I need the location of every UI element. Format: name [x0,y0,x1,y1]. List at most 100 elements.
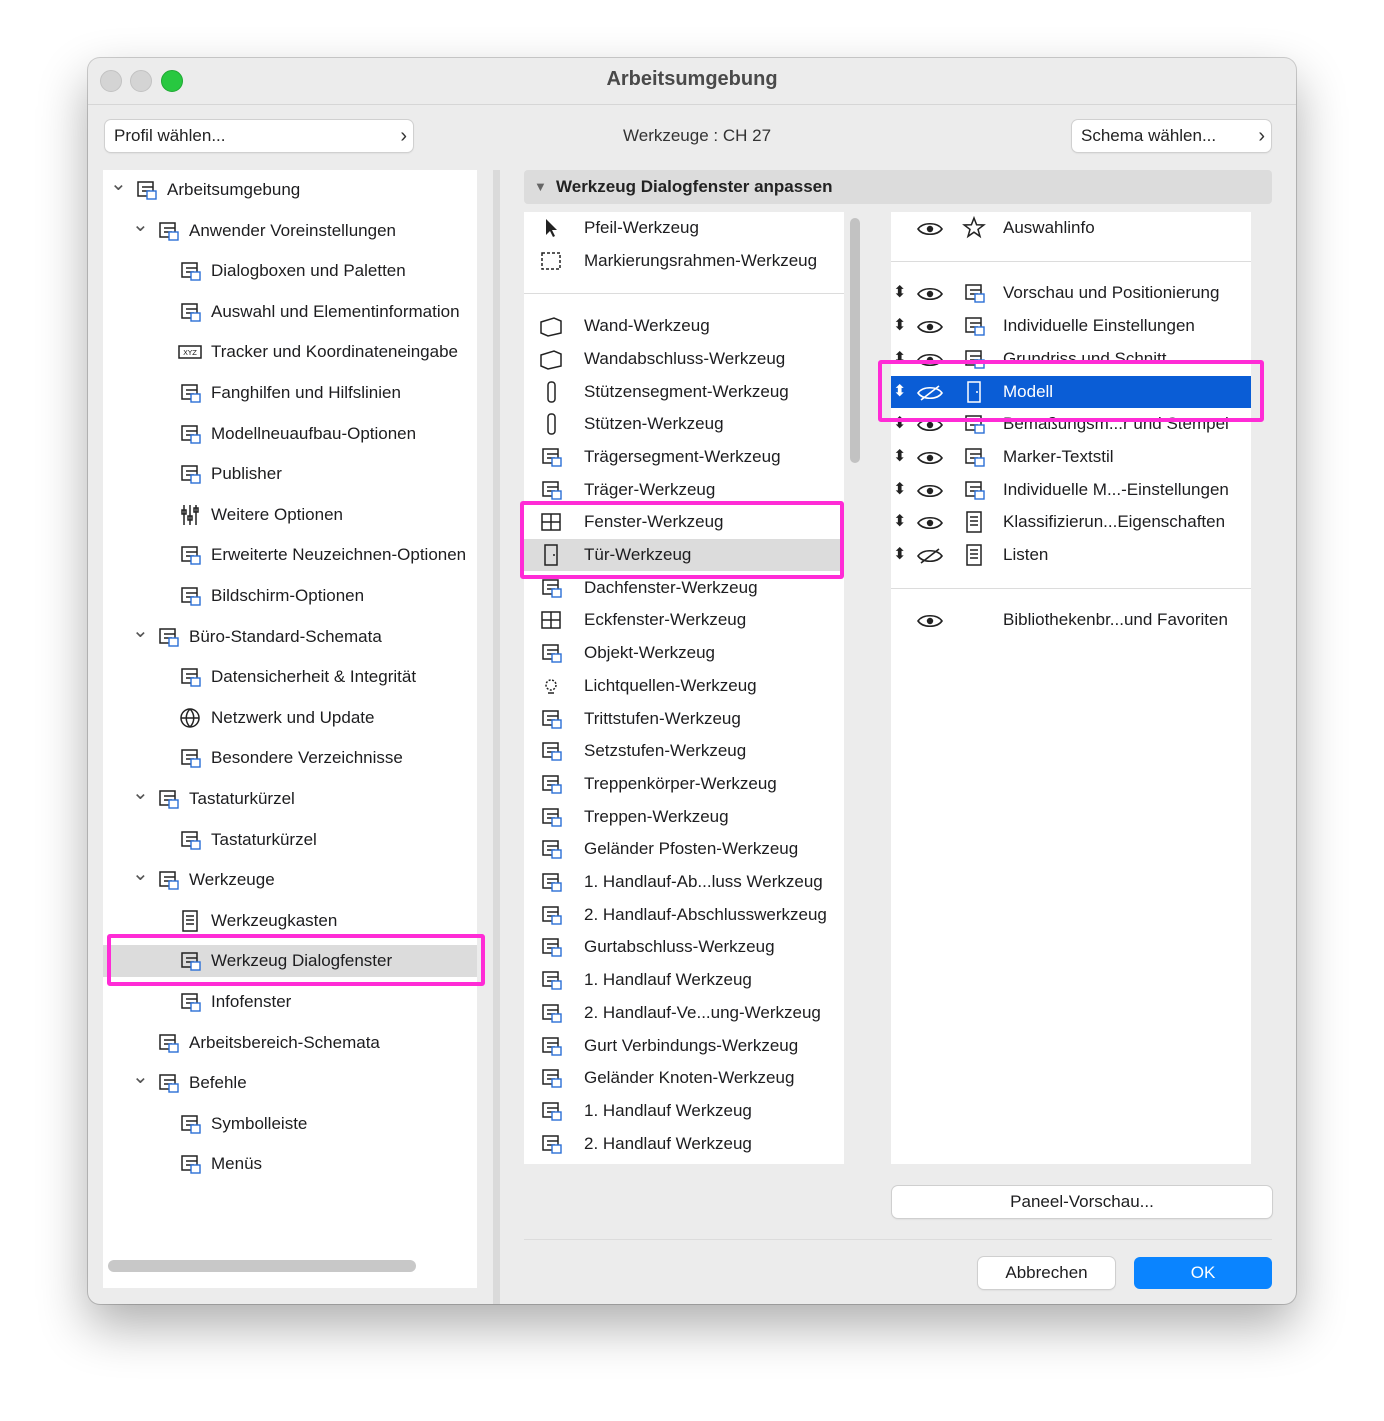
redraw-icon [177,542,203,568]
scheme-select-button[interactable]: Schema wählen... › [1072,120,1271,152]
tree-item[interactable]: Arbeitsbereich-Schemata [103,1027,477,1059]
tree-item[interactable]: Erweiterte Neuzeichnen-Optionen [103,539,477,571]
tool-item[interactable]: 1. Handlauf Werkzeug [524,1095,844,1127]
tree-item[interactable]: Auswahl und Elementinformation [103,296,477,328]
reorder-handle-icon[interactable]: ⬍ [893,441,906,473]
panel-item[interactable]: ⬍ Vorschau und Positionierung [891,277,1251,309]
tree-item[interactable]: ⌄ Arbeitsumgebung [103,173,477,206]
tree-item[interactable]: Dialogboxen und Paletten [103,255,477,287]
panel-item[interactable]: ⬍ Individuelle M...-Einstellungen [891,474,1251,506]
tool-item[interactable]: 2. Handlauf Werkzeug [524,1128,844,1160]
folders-icon [177,745,203,771]
tree-item[interactable]: Publisher [103,458,477,490]
tree-item[interactable]: Bildschirm-Optionen [103,580,477,612]
reorder-handle-icon[interactable]: ⬍ [893,310,906,342]
eye-icon[interactable] [916,218,944,238]
tree-item[interactable]: Besondere Verzeichnisse [103,742,477,774]
eye-hidden-icon[interactable] [916,545,944,565]
tool-item[interactable]: Objekt-Werkzeug [524,637,844,669]
eye-icon[interactable] [916,447,944,467]
split-divider[interactable] [493,170,500,1304]
tree-item[interactable]: Infofenster [103,986,477,1018]
tool-item[interactable]: 2. Handlauf-Ve...ung-Werkzeug [524,997,844,1029]
tool-item[interactable]: 1. Handlauf Werkzeug [524,964,844,996]
tool-item[interactable]: Stützensegment-Werkzeug [524,376,844,408]
tool-item[interactable]: Wand-Werkzeug [524,310,844,342]
panel-item[interactable]: ⬍ Marker-Textstil [891,441,1251,473]
tool-item[interactable]: Geländer Knoten-Werkzeug [524,1062,844,1094]
panel-preview-button[interactable]: Paneel-Vorschau... [892,1186,1272,1218]
tool-item[interactable]: Geländer Pfosten-Werkzeug [524,833,844,865]
tree-item[interactable]: Menüs [103,1148,477,1180]
tool-item[interactable]: Lichtquellen-Werkzeug [524,670,844,702]
tool-item[interactable]: Markierungsrahmen-Werkzeug [524,245,844,277]
tool-item[interactable]: Treppenkörper-Werkzeug [524,768,844,800]
panel-item[interactable]: ⬍ Listen [891,539,1251,571]
tree-item[interactable]: ⌄ Befehle [103,1066,477,1099]
tool-item[interactable]: Gurtabschluss-Werkzeug [524,931,844,963]
section-header[interactable]: ▼ Werkzeug Dialogfenster anpassen [524,170,1272,204]
panel-item[interactable]: ⬍ Klassifizierun...Eigenschaften [891,506,1251,538]
chevron-down-icon[interactable]: ⌄ [132,777,149,809]
eye-icon[interactable] [916,512,944,532]
stair-structure-icon [538,771,564,797]
tool-item[interactable]: 1. Handlauf-Ab...luss Werkzeug [524,866,844,898]
star-icon [961,215,987,241]
tree-item[interactable]: ⌄ Anwender Voreinstellungen [103,214,477,247]
tool-item[interactable]: Treppen-Werkzeug [524,801,844,833]
cancel-button[interactable]: Abbrechen [978,1257,1115,1289]
tree-item[interactable]: ⌄ Werkzeuge [103,863,477,896]
tree-item[interactable]: XYZ Tracker und Koordinateneingabe [103,336,477,368]
reorder-handle-icon[interactable]: ⬍ [893,506,906,538]
panel-item[interactable]: Bibliothekenbr...und Favoriten [891,604,1251,636]
tree-item-label: Bildschirm-Optionen [211,586,365,605]
tool-item[interactable]: Eckfenster-Werkzeug [524,604,844,636]
reorder-handle-icon[interactable]: ⬍ [893,474,906,506]
tool-item[interactable]: Trittstufen-Werkzeug [524,703,844,735]
tree-item[interactable]: Tastaturkürzel [103,824,477,856]
chevron-down-icon[interactable]: ⌄ [132,858,149,890]
chevron-down-icon[interactable]: ⌄ [132,1061,149,1093]
tree-item[interactable]: Fanghilfen und Hilfslinien [103,377,477,409]
tree-item[interactable]: ⌄ Tastaturkürzel [103,782,477,815]
tree-item-label: Modellneuaufbau-Optionen [211,423,417,443]
tool-item-label: Geländer Knoten-Werkzeug [584,1068,795,1088]
disclosure-triangle-icon[interactable]: ▼ [534,170,547,204]
tool-item[interactable]: Pfeil-Werkzeug [524,212,844,244]
profile-select-button[interactable]: Profil wählen... › [105,120,413,152]
eye-icon[interactable] [916,283,944,303]
tree-item[interactable]: ⌄ Büro-Standard-Schemata [103,620,477,653]
tool-item[interactable]: Setzstufen-Werkzeug [524,735,844,767]
reorder-handle-icon[interactable]: ⬍ [893,277,906,309]
tree-item-label: Netzwerk und Update [211,707,375,727]
reorder-handle-icon[interactable]: ⬍ [893,539,906,571]
railing-post-icon [538,836,564,862]
tool-list-scrollbar[interactable] [850,218,860,463]
chevron-down-icon[interactable]: ⌄ [132,615,149,647]
chevron-down-icon[interactable]: ⌄ [132,209,149,241]
tree-item[interactable]: Modellneuaufbau-Optionen [103,418,477,450]
ok-button[interactable]: OK [1134,1257,1272,1289]
eye-icon[interactable] [916,610,944,630]
eye-icon[interactable] [916,316,944,336]
tree-item-label: Erweiterte Neuzeichnen-Optionen [211,545,467,565]
panel-item[interactable]: Auswahlinfo [891,212,1251,244]
tree-item-label: Besondere Verzeichnisse [211,748,403,768]
tool-item[interactable]: Gurt Verbindungs-Werkzeug [524,1030,844,1062]
horizontal-scrollbar[interactable] [108,1260,416,1272]
tree-item[interactable]: Datensicherheit & Integrität [103,661,477,693]
tree-item[interactable]: Weitere Optionen [103,499,477,531]
panel-item[interactable]: ⬍ Individuelle Einstellungen [891,310,1251,342]
tree-item[interactable]: Netzwerk und Update [103,702,477,734]
annotation-highlight-tree [107,934,485,986]
tool-item[interactable]: Trägersegment-Werkzeug [524,441,844,473]
window-title: Arbeitsumgebung [606,68,778,90]
tree-item[interactable]: Werkzeugkasten [103,905,477,937]
tool-item[interactable]: Stützen-Werkzeug [524,408,844,440]
chevron-right-icon: › [400,125,407,147]
tool-item[interactable]: 2. Handlauf-Abschlusswerkzeug [524,899,844,931]
eye-icon[interactable] [916,480,944,500]
tool-item[interactable]: Wandabschluss-Werkzeug [524,343,844,375]
chevron-down-icon[interactable]: ⌄ [110,170,127,200]
tree-item[interactable]: Symbolleiste [103,1108,477,1140]
